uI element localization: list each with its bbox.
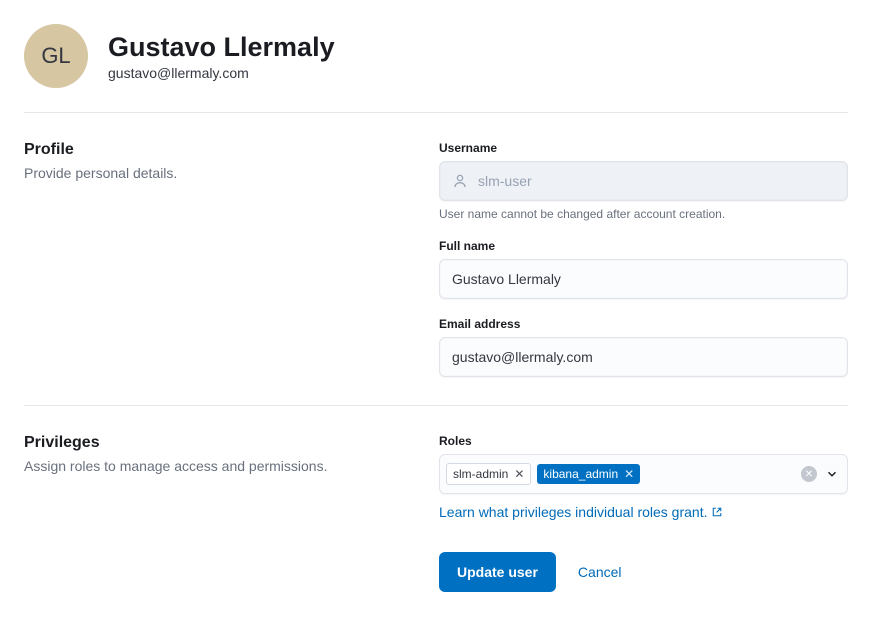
profile-section: Profile Provide personal details. Userna… (24, 113, 848, 406)
email-input[interactable] (439, 337, 848, 377)
user-icon (452, 173, 468, 189)
learn-privileges-link[interactable]: Learn what privileges individual roles g… (439, 504, 723, 520)
avatar: GL (24, 24, 88, 88)
username-input: slm-user (439, 161, 848, 201)
email-label: Email address (439, 317, 848, 331)
role-pill[interactable]: slm-admin ✕ (446, 463, 531, 485)
chevron-down-icon[interactable] (825, 467, 839, 481)
username-value: slm-user (478, 173, 532, 189)
profile-heading: Profile (24, 141, 419, 159)
roles-combobox[interactable]: slm-admin ✕ kibana_admin ✕ ✕ (439, 454, 848, 494)
remove-role-icon[interactable]: ✕ (624, 467, 634, 481)
user-header: GL Gustavo Llermaly gustavo@llermaly.com (24, 24, 848, 113)
cancel-button[interactable]: Cancel (578, 564, 622, 580)
profile-description: Provide personal details. (24, 165, 419, 181)
fullname-input[interactable] (439, 259, 848, 299)
page-title: Gustavo Llermaly (108, 32, 335, 63)
form-actions: Update user Cancel (439, 552, 848, 592)
avatar-initials: GL (41, 43, 70, 69)
learn-privileges-label: Learn what privileges individual roles g… (439, 504, 707, 520)
username-help: User name cannot be changed after accoun… (439, 207, 848, 221)
roles-label: Roles (439, 434, 848, 448)
username-label: Username (439, 141, 848, 155)
remove-role-icon[interactable]: ✕ (514, 467, 524, 481)
privileges-description: Assign roles to manage access and permis… (24, 458, 419, 474)
fullname-label: Full name (439, 239, 848, 253)
role-pill-label: slm-admin (453, 467, 508, 481)
privileges-section: Privileges Assign roles to manage access… (24, 406, 848, 620)
role-pill[interactable]: kibana_admin ✕ (537, 464, 640, 484)
update-user-button[interactable]: Update user (439, 552, 556, 592)
privileges-heading: Privileges (24, 434, 419, 452)
role-pill-label: kibana_admin (543, 467, 618, 481)
popout-icon (711, 506, 723, 518)
clear-roles-icon[interactable]: ✕ (801, 466, 817, 482)
page-subtitle: gustavo@llermaly.com (108, 65, 335, 81)
